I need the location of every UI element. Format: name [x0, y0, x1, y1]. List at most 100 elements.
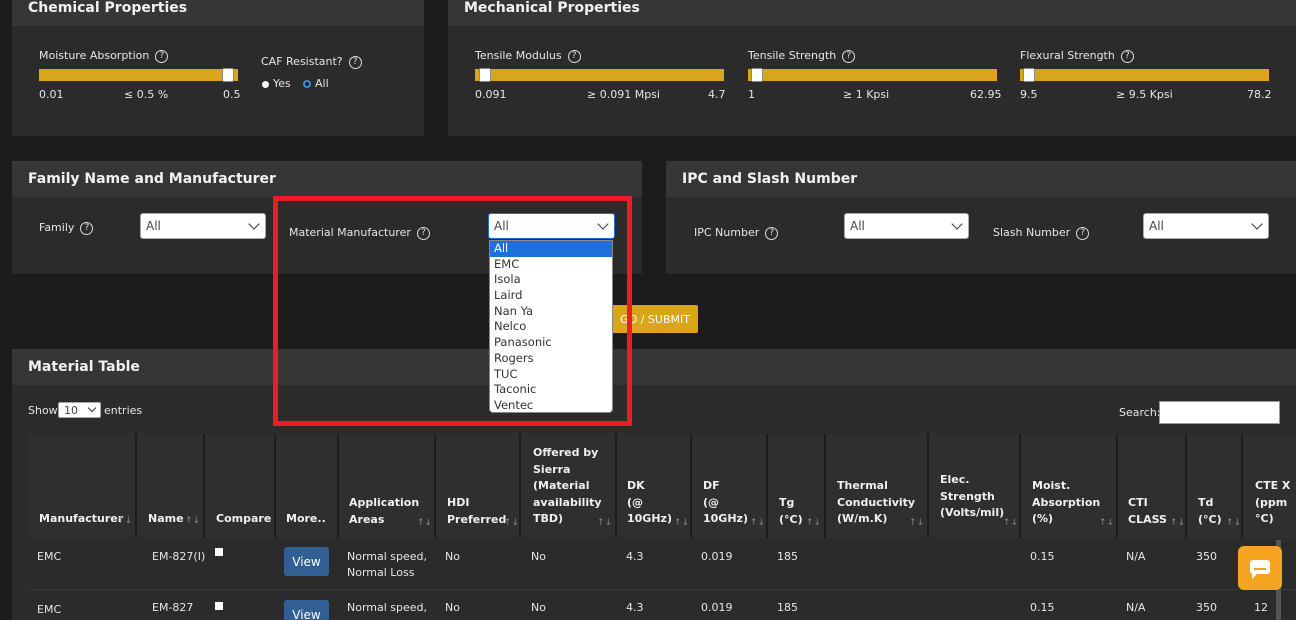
col-offered-by-sierra[interactable]: Offered by Sierra (Material availability TBD… — [533, 445, 612, 528]
help-icon[interactable]: ? — [765, 226, 779, 240]
col-name[interactable]: Name ↑↓ — [148, 511, 200, 528]
ipc-number-select[interactable]: All — [844, 213, 969, 239]
col-elec-strength[interactable]: Elec. Strength (Volts/mil) ↑↓ — [940, 472, 1018, 528]
col-moist-absorption[interactable]: Moist. Absorption (%) ↑↓ — [1032, 478, 1114, 528]
material-table-title: Material Table — [12, 349, 1296, 385]
entries-value: 10 — [64, 403, 78, 417]
help-icon[interactable]: ? — [155, 49, 169, 63]
cell-cti: N/A — [1126, 550, 1146, 563]
column-divider — [1019, 434, 1021, 538]
moisture-value: ≤ 0.5 % — [124, 88, 169, 101]
view-button[interactable]: View — [284, 547, 329, 576]
flexural-strength-max: 78.2 — [1247, 88, 1272, 101]
compare-checkbox[interactable] — [215, 602, 223, 610]
column-divider — [519, 434, 521, 538]
col-more[interactable]: More.. — [286, 511, 326, 528]
tensile-modulus-min: 0.091 — [475, 88, 507, 101]
help-icon[interactable]: ? — [842, 49, 856, 63]
ipc-slash-title: IPC and Slash Number — [666, 161, 1296, 197]
help-icon[interactable]: ? — [1120, 49, 1134, 63]
sort-icon[interactable]: ↑↓ — [1003, 515, 1018, 532]
cell-hdi: No — [445, 550, 460, 563]
slider-handle[interactable] — [479, 68, 491, 82]
mechanical-properties-title: Mechanical Properties — [448, 0, 1296, 26]
cell-td: 350 — [1196, 550, 1217, 563]
search-label: Search: — [1119, 406, 1161, 419]
cell-tg: 185 — [777, 601, 798, 614]
column-divider — [203, 434, 205, 538]
col-cte-x[interactable]: CTE X (ppm °C) — [1255, 478, 1296, 528]
cell-cti: N/A — [1126, 601, 1146, 614]
chat-widget-button[interactable] — [1238, 546, 1282, 590]
cell-tg: 185 — [777, 550, 798, 563]
cell-cte: 12 — [1254, 601, 1268, 614]
sort-icon[interactable]: ↑↓ — [1226, 515, 1241, 532]
help-icon[interactable]: ? — [567, 49, 581, 63]
col-thermal-conductivity[interactable]: Thermal Conductivity (W/m.K) ↑↓ — [837, 478, 924, 528]
sort-icon[interactable]: ↑↓ — [417, 515, 432, 532]
column-divider — [337, 434, 339, 538]
cell-name: EM-827 — [152, 601, 194, 614]
tensile-strength-max: 62.95 — [970, 88, 1002, 101]
entries-select[interactable]: 10 — [58, 402, 101, 418]
sort-icon[interactable]: ↑↓ — [1099, 515, 1114, 532]
cell-hdi: No — [445, 601, 460, 614]
caf-yes-option[interactable]: Yes — [262, 77, 291, 90]
chat-bubble-icon — [1250, 560, 1270, 579]
column-divider — [766, 434, 768, 538]
slider-handle[interactable] — [1023, 68, 1035, 82]
search-input[interactable] — [1159, 401, 1280, 424]
caf-resistant-label: CAF Resistant?? — [261, 55, 362, 69]
cell-moist: 0.15 — [1030, 550, 1055, 563]
cell-application-areas: Normal speed, Normal Loss — [347, 550, 428, 579]
radio-all-selected[interactable] — [303, 80, 311, 88]
family-label: Family? — [39, 221, 94, 235]
cell-manufacturer: EMC — [37, 603, 62, 616]
help-icon[interactable]: ? — [80, 221, 94, 235]
tensile-strength-slider[interactable] — [748, 68, 997, 82]
sort-icon[interactable]: ↑↓ — [185, 513, 200, 530]
sort-icon[interactable]: ↑↓ — [1170, 515, 1185, 532]
tensile-strength-min: 1 — [748, 88, 755, 101]
slash-number-select[interactable]: All — [1143, 213, 1269, 239]
col-cti-class[interactable]: CTI CLASS ↑↓ — [1128, 495, 1185, 528]
radio-yes[interactable] — [262, 80, 269, 88]
column-divider — [1116, 434, 1118, 538]
sort-icon[interactable]: ↑↓ — [674, 515, 689, 532]
tensile-modulus-label: Tensile Modulus? — [475, 49, 581, 63]
mechanical-properties-panel: Mechanical Properties — [448, 0, 1296, 136]
help-icon[interactable]: ? — [1076, 226, 1090, 240]
cell-moist: 0.15 — [1030, 601, 1055, 614]
col-manufacturer[interactable]: Manufacturer ↑↓ — [39, 511, 132, 528]
slider-handle[interactable] — [222, 68, 234, 82]
col-compare[interactable]: Compare — [216, 511, 271, 528]
moisture-absorption-slider[interactable] — [39, 68, 238, 82]
cell-df: 0.019 — [701, 601, 733, 614]
family-select[interactable]: All — [140, 213, 266, 239]
col-td[interactable]: Td (°C) ↑↓ — [1198, 495, 1241, 528]
tensile-modulus-slider[interactable] — [475, 68, 724, 82]
column-divider — [1185, 434, 1187, 538]
col-df[interactable]: DF (@ 10GHz) ↑↓ — [703, 478, 765, 528]
flexural-strength-slider[interactable] — [1020, 68, 1269, 82]
view-button[interactable]: View — [284, 600, 329, 620]
sort-icon[interactable]: ↑↓ — [504, 515, 519, 532]
caf-all-option[interactable]: All — [303, 77, 329, 90]
help-icon[interactable]: ? — [348, 55, 362, 69]
cell-manufacturer: EMC — [37, 550, 62, 563]
sort-icon[interactable]: ↑↓ — [806, 515, 821, 532]
slider-handle[interactable] — [751, 68, 763, 82]
moisture-max: 0.5 — [223, 88, 241, 101]
col-application-areas[interactable]: Application Areas ↑↓ — [349, 495, 432, 528]
col-tg[interactable]: Tg (°C) ↑↓ — [779, 495, 821, 528]
sort-icon[interactable]: ↑↓ — [117, 513, 132, 530]
cell-name: EM-827(I) — [152, 550, 206, 563]
sort-icon[interactable]: ↑↓ — [750, 515, 765, 532]
family-select-value: All — [146, 219, 161, 233]
compare-checkbox[interactable] — [215, 548, 223, 556]
sort-icon[interactable]: ↑↓ — [909, 515, 924, 532]
cell-df: 0.019 — [701, 550, 733, 563]
col-hdi-preferred[interactable]: HDI Preferred ↑↓ — [447, 495, 519, 528]
col-dk[interactable]: DK (@ 10GHz) ↑↓ — [627, 478, 689, 528]
sort-icon[interactable]: ↑↓ — [597, 515, 612, 532]
